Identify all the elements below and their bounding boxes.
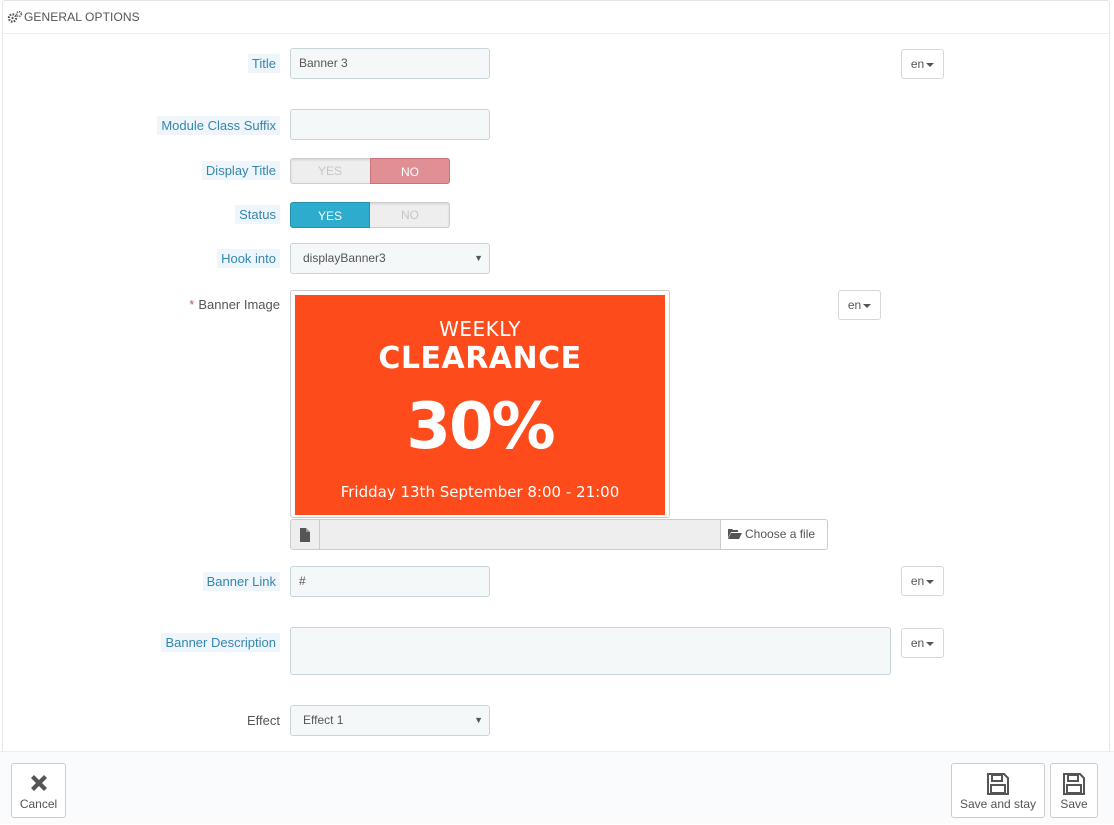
banner-image-lang-label: en — [847, 298, 862, 312]
banner-image-label: * Banner Image — [189, 297, 280, 312]
banner-line-percent: 30% — [406, 390, 555, 464]
title-lang-dropdown[interactable]: en — [901, 49, 944, 79]
panel-title: GENERAL OPTIONS — [24, 10, 140, 24]
save-label: Save — [1060, 797, 1088, 811]
title-label: Title — [247, 54, 280, 73]
save-icon — [1063, 773, 1085, 795]
hook-into-select[interactable]: displayBanner3 ▼ — [290, 243, 490, 274]
title-label-text: Title — [247, 54, 280, 73]
title-lang-label: en — [910, 57, 925, 71]
status-no[interactable]: NO — [370, 202, 450, 228]
panel-heading: GENERAL OPTIONS — [3, 1, 1109, 34]
hook-into-label-text: Hook into — [217, 249, 280, 268]
banner-image-label-text: Banner Image — [198, 297, 280, 312]
cogs-icon — [7, 10, 23, 23]
caret-down-icon — [863, 303, 872, 308]
file-icon-box — [290, 519, 320, 550]
banner-line-weekly: WEEKLY — [439, 317, 521, 341]
file-icon — [300, 528, 310, 542]
display-title-switch: YES NO — [290, 158, 450, 184]
save-and-stay-button[interactable]: Save and stay — [951, 763, 1045, 818]
module-class-suffix-label-text: Module Class Suffix — [157, 116, 280, 135]
display-title-label: Display Title — [201, 161, 280, 180]
cancel-button[interactable]: Cancel — [11, 763, 66, 818]
folder-open-icon — [728, 529, 742, 539]
banner-description-lang-label: en — [910, 636, 925, 650]
effect-select[interactable]: Effect 1 ▼ — [290, 705, 490, 736]
required-mark: * — [189, 297, 195, 312]
hook-into-value: displayBanner3 — [303, 251, 386, 265]
effect-label: Effect — [247, 713, 280, 728]
status-label-text: Status — [235, 205, 280, 224]
banner-link-label-text: Banner Link — [202, 572, 280, 591]
save-icon — [987, 773, 1009, 795]
display-title-no[interactable]: NO — [370, 158, 450, 184]
file-name-input[interactable] — [320, 519, 721, 550]
module-class-suffix-label: Module Class Suffix — [157, 116, 280, 135]
banner-description-label-text: Banner Description — [161, 633, 280, 652]
module-class-suffix-input[interactable] — [290, 109, 490, 140]
banner-link-lang-label: en — [910, 574, 925, 588]
effect-value: Effect 1 — [303, 713, 344, 727]
banner-description-label: Banner Description — [161, 633, 280, 652]
choose-file-label: Choose a file — [745, 527, 816, 541]
title-input[interactable]: Banner 3 — [290, 48, 490, 79]
banner-link-input[interactable]: # — [290, 566, 490, 597]
save-and-stay-label: Save and stay — [959, 797, 1037, 811]
banner-line-date: Friddау 13th September 8:00 - 21:00 — [340, 483, 620, 501]
select-arrow-icon: ▼ — [474, 253, 483, 263]
select-arrow-icon: ▼ — [474, 715, 483, 725]
status-switch: YES NO — [290, 202, 450, 228]
display-title-yes[interactable]: YES — [290, 158, 370, 184]
hook-into-label: Hook into — [217, 249, 280, 268]
banner-image-preview: WEEKLY CLEARANCE 30% Friddау 13th Septem… — [295, 295, 665, 515]
banner-description-textarea[interactable] — [290, 627, 891, 675]
caret-down-icon — [926, 641, 935, 646]
banner-link-lang-dropdown[interactable]: en — [901, 566, 944, 596]
cancel-label: Cancel — [19, 797, 58, 811]
close-icon — [30, 775, 47, 791]
banner-image-lang-dropdown[interactable]: en — [838, 290, 881, 320]
banner-description-lang-dropdown[interactable]: en — [901, 628, 944, 658]
panel-footer: Cancel Save and stay Save — [0, 751, 1114, 824]
display-title-label-text: Display Title — [201, 161, 280, 180]
banner-image-preview-frame: WEEKLY CLEARANCE 30% Friddау 13th Septem… — [290, 290, 670, 518]
choose-file-button[interactable]: Choose a file — [720, 519, 828, 550]
effect-label-text: Effect — [246, 713, 280, 728]
status-yes[interactable]: YES — [290, 202, 370, 228]
save-button[interactable]: Save — [1050, 763, 1098, 818]
status-label: Status — [235, 205, 280, 224]
banner-link-label: Banner Link — [202, 572, 280, 591]
caret-down-icon — [926, 62, 935, 67]
caret-down-icon — [926, 579, 935, 584]
banner-line-clearance: CLEARANCE — [378, 341, 582, 376]
